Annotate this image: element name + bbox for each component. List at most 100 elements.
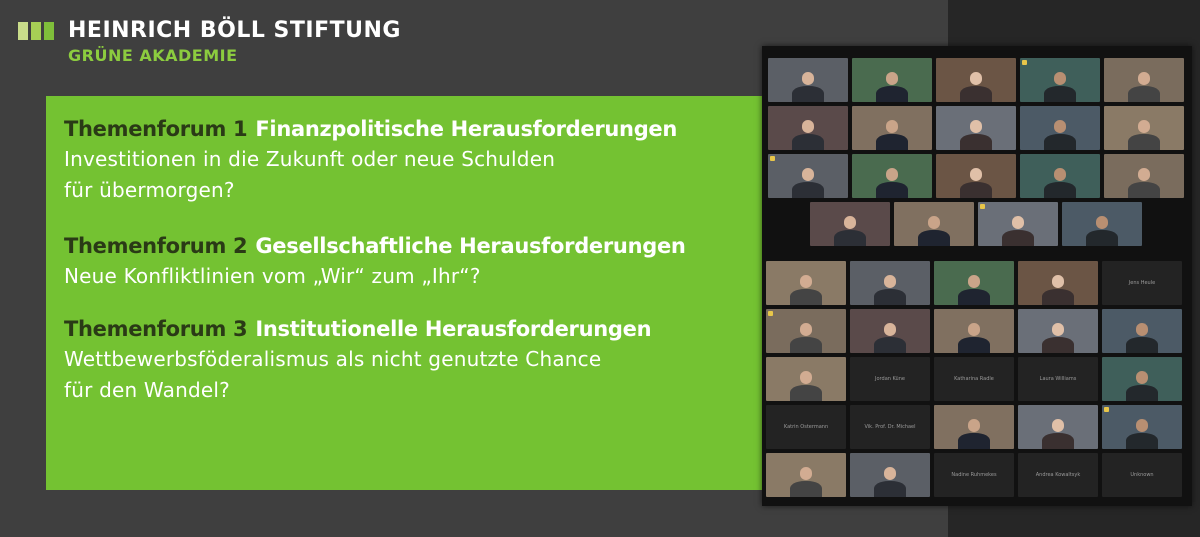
participant-video [874, 467, 906, 497]
participant-tile[interactable] [1102, 357, 1182, 401]
participant-tile[interactable] [1102, 405, 1182, 449]
participant-video [1042, 323, 1074, 353]
participant-head [883, 275, 897, 288]
participant-video [960, 120, 992, 150]
participant-tile[interactable] [936, 154, 1016, 198]
participant-tile[interactable]: Unknown [1102, 453, 1182, 497]
participant-head [1137, 72, 1151, 85]
participant-video [790, 467, 822, 497]
participant-tile[interactable] [810, 202, 890, 246]
participant-tile[interactable] [934, 405, 1014, 449]
participant-tile[interactable]: Katharina Radle [934, 357, 1014, 401]
participant-body [876, 133, 908, 150]
participant-tile[interactable] [852, 154, 932, 198]
participant-tile[interactable] [1020, 106, 1100, 150]
participant-tile[interactable] [850, 309, 930, 353]
forum-question-line: Investitionen in die Zukunft oder neue S… [64, 147, 556, 171]
participant-tile[interactable]: Vik. Prof. Dr. Michael [850, 405, 930, 449]
participant-video [790, 371, 822, 401]
forum-question: Wettbewerbsföderalismus als nicht genutz… [64, 344, 764, 406]
participant-head [1051, 323, 1065, 336]
forum-question-line: Neue Konfliktlinien vom „Wir“ zum „Ihr“? [64, 264, 481, 288]
logo-bar [31, 22, 41, 40]
participant-tile[interactable] [934, 261, 1014, 305]
participant-head [883, 467, 897, 480]
logo-bar [18, 22, 28, 40]
participant-head [843, 216, 857, 229]
participant-tile[interactable] [1018, 309, 1098, 353]
participant-video [1126, 371, 1158, 401]
participant-tile[interactable] [894, 202, 974, 246]
forum-label: Themenforum 1 [64, 117, 248, 141]
participant-body [1002, 229, 1034, 246]
participant-name: Jens Heule [1128, 280, 1156, 286]
participant-body [1128, 181, 1160, 198]
participant-body [1128, 133, 1160, 150]
participant-head [799, 275, 813, 288]
participant-body [1126, 432, 1158, 449]
participant-tile[interactable] [1020, 58, 1100, 102]
participant-video [1042, 419, 1074, 449]
video-gallery[interactable]: Jens Heule Jordan Küne Katharina Radle Laur… [762, 46, 1192, 506]
mic-icon [768, 311, 773, 316]
participant-video [790, 275, 822, 305]
participant-head [885, 120, 899, 133]
participant-body [790, 480, 822, 497]
participant-video [918, 216, 950, 246]
participant-tile[interactable] [852, 106, 932, 150]
participant-head [885, 168, 899, 181]
forum-label: Themenforum 2 [64, 234, 248, 258]
participant-body [1086, 229, 1118, 246]
participant-name: Vik. Prof. Dr. Michael [864, 424, 916, 430]
participant-tile[interactable] [1104, 106, 1184, 150]
participant-tile[interactable] [1102, 309, 1182, 353]
forum-question: Neue Konfliktlinien vom „Wir“ zum „Ihr“? [64, 261, 764, 292]
participant-tile[interactable] [766, 453, 846, 497]
participant-body [960, 181, 992, 198]
participant-head [885, 72, 899, 85]
participant-tile[interactable] [850, 453, 930, 497]
participant-video [1128, 120, 1160, 150]
participant-tile[interactable]: Nadine Ruhmekes [934, 453, 1014, 497]
participant-body [958, 288, 990, 305]
participant-tile[interactable] [766, 309, 846, 353]
participant-body [792, 181, 824, 198]
participant-video [792, 120, 824, 150]
participant-tile[interactable] [1104, 154, 1184, 198]
participant-tile[interactable] [852, 58, 932, 102]
participant-video [876, 168, 908, 198]
forum-label: Themenforum 3 [64, 317, 248, 341]
participant-tile[interactable] [766, 357, 846, 401]
participant-video [960, 72, 992, 102]
participant-tile[interactable] [934, 309, 1014, 353]
participant-tile[interactable] [850, 261, 930, 305]
logo-bars-icon [18, 22, 54, 40]
participant-tile[interactable] [1104, 58, 1184, 102]
participant-tile[interactable] [1062, 202, 1142, 246]
forum-panel: Themenforum 1 Finanzpolitische Herausford… [46, 96, 762, 490]
participant-tile[interactable]: Andrea Kowaltsyk [1018, 453, 1098, 497]
participant-video [958, 323, 990, 353]
participant-tile[interactable] [768, 58, 848, 102]
mic-icon [980, 204, 985, 209]
participant-video [1044, 120, 1076, 150]
participant-tile[interactable]: Laura Williams [1018, 357, 1098, 401]
participant-tile[interactable] [1018, 261, 1098, 305]
participant-tile[interactable] [766, 261, 846, 305]
participant-head [967, 323, 981, 336]
participant-tile[interactable] [768, 154, 848, 198]
participant-body [1044, 181, 1076, 198]
participant-tile[interactable]: Jordan Küne [850, 357, 930, 401]
participant-video [960, 168, 992, 198]
participant-tile[interactable] [1020, 154, 1100, 198]
participant-tile[interactable] [1018, 405, 1098, 449]
participant-tile[interactable] [936, 58, 1016, 102]
participant-video [958, 275, 990, 305]
participant-tile[interactable] [978, 202, 1058, 246]
participant-video [1128, 72, 1160, 102]
participant-tile[interactable]: Jens Heule [1102, 261, 1182, 305]
participant-tile[interactable] [768, 106, 848, 150]
participant-tile[interactable] [936, 106, 1016, 150]
participant-video [874, 275, 906, 305]
participant-tile[interactable]: Katrin Ostermann [766, 405, 846, 449]
